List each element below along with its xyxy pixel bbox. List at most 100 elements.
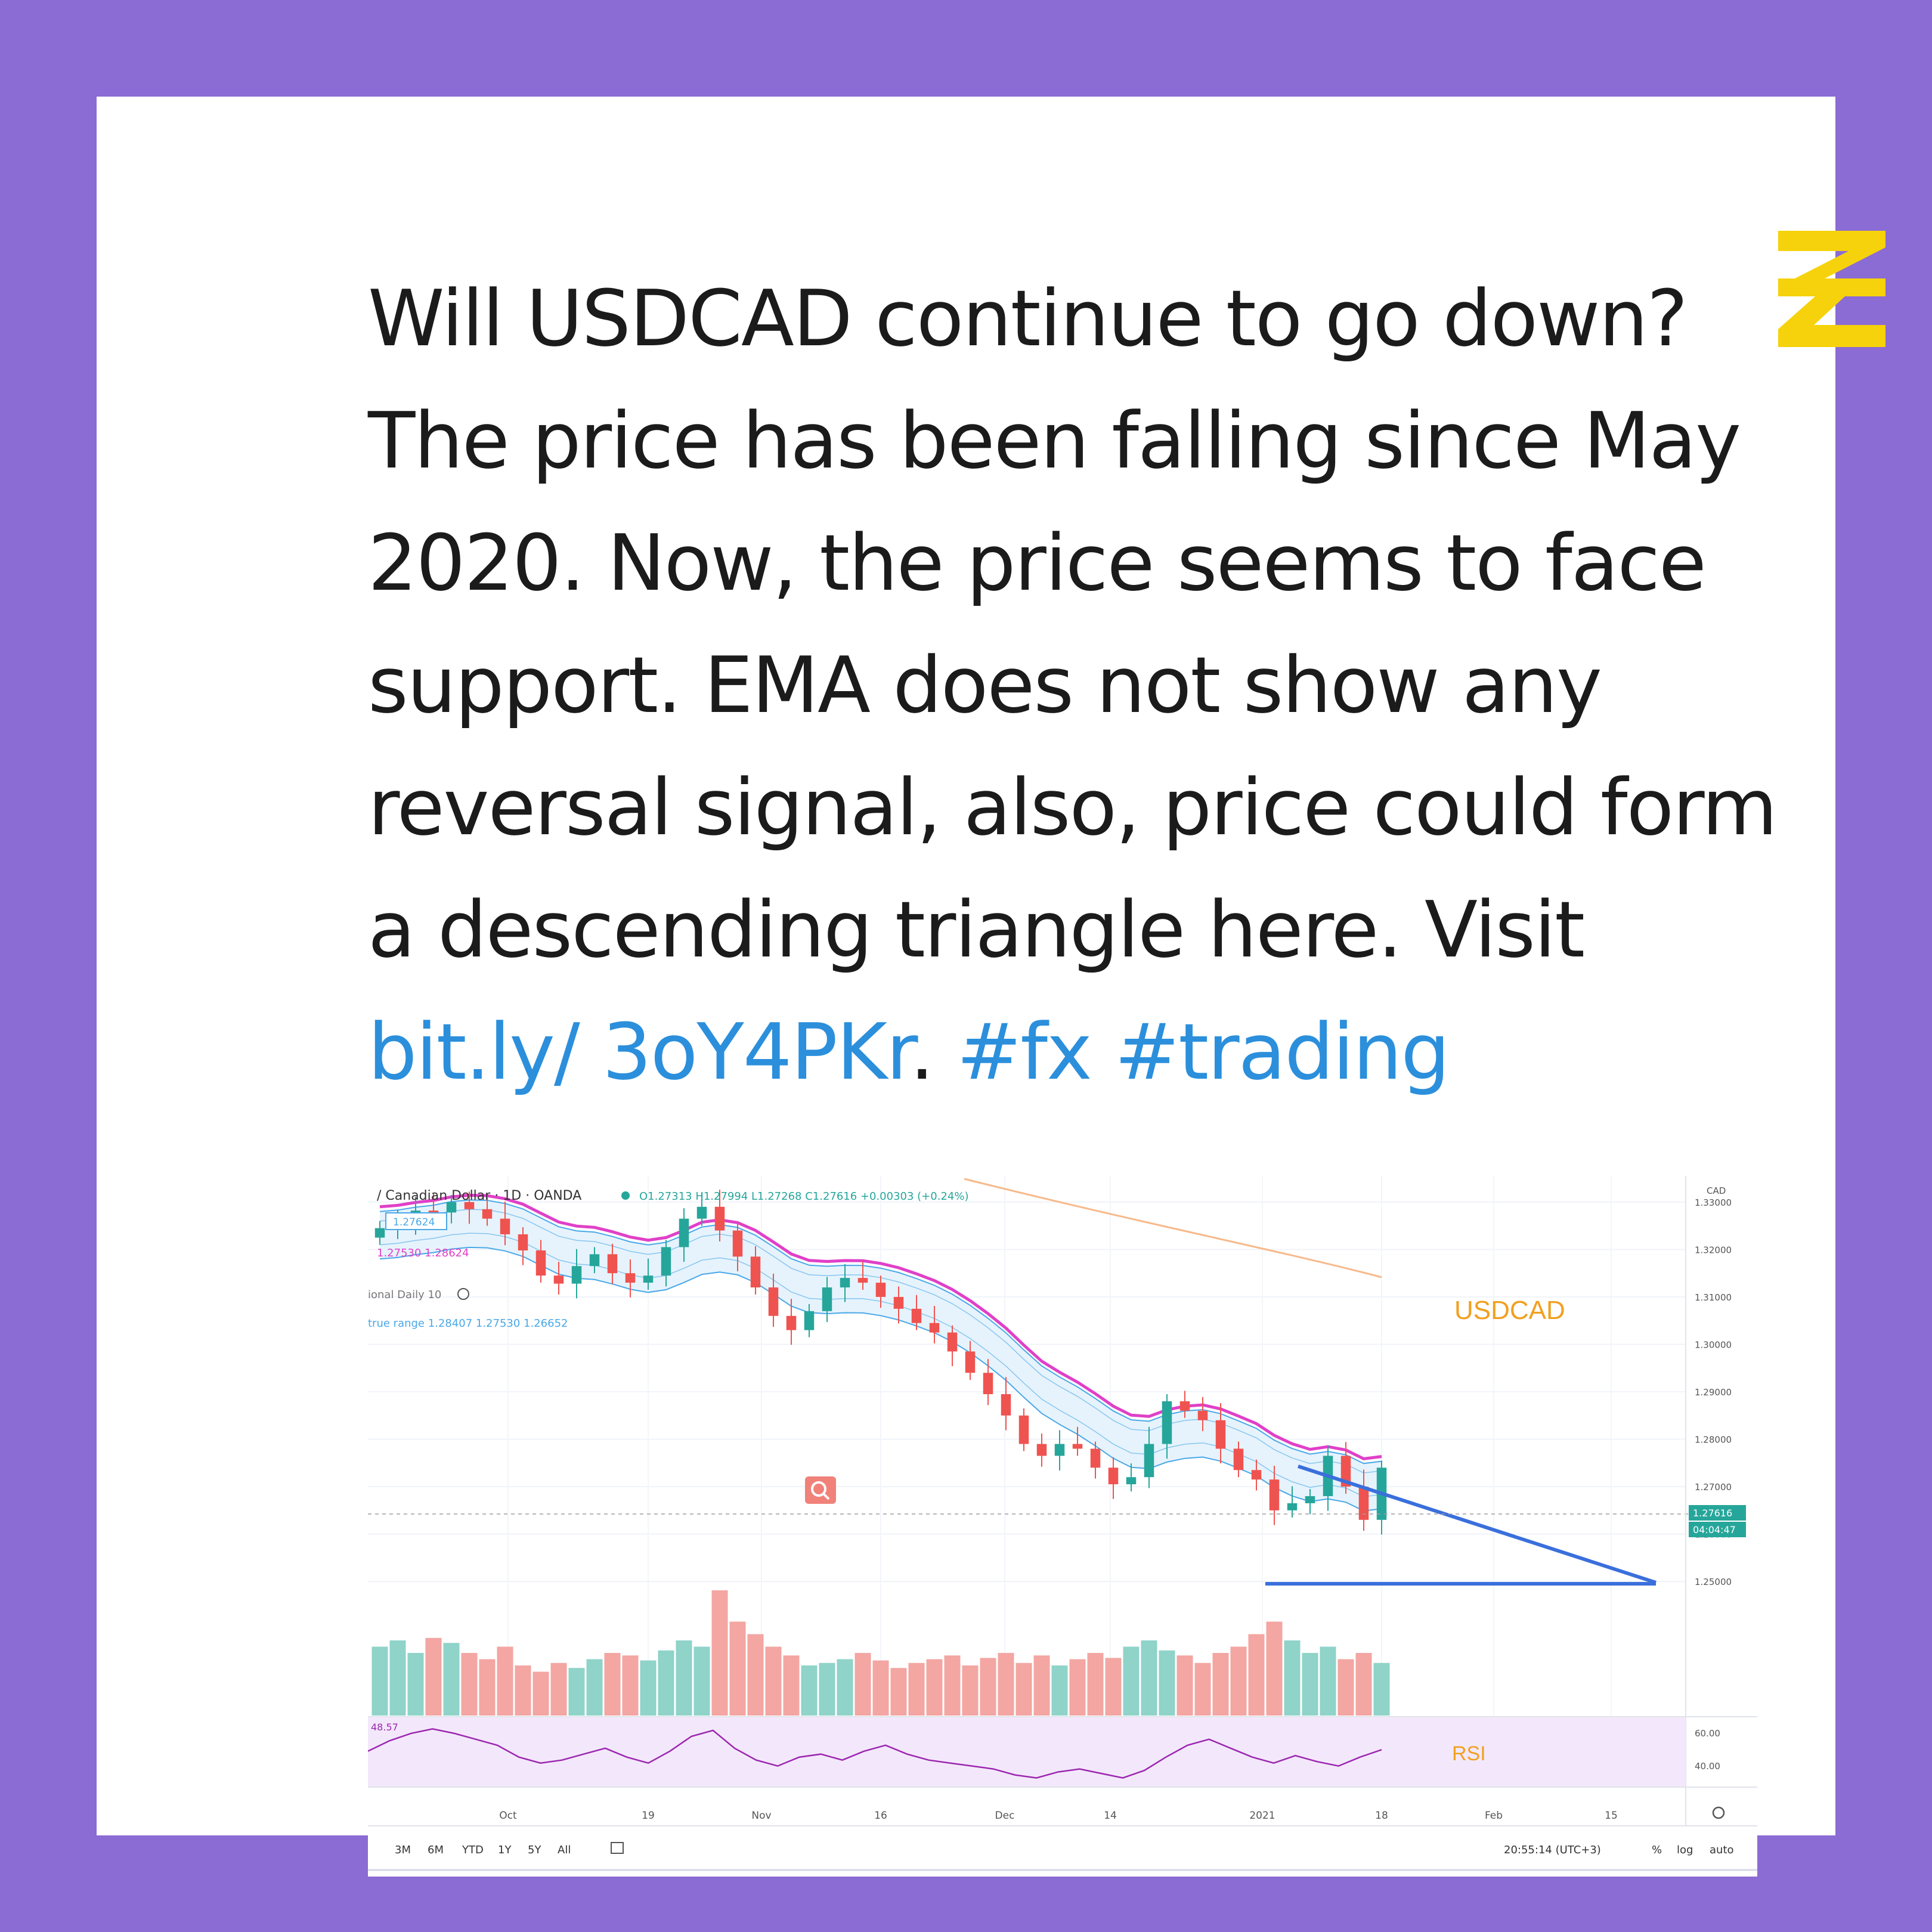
range-button[interactable]: 1Y: [498, 1844, 512, 1856]
candle-body: [1358, 1487, 1369, 1520]
candle-body: [1126, 1477, 1137, 1485]
candle-body: [1072, 1444, 1083, 1449]
candle-body: [1197, 1410, 1208, 1420]
volume-bar: [962, 1665, 979, 1716]
candle-body: [1269, 1479, 1280, 1510]
candle-body: [696, 1206, 707, 1219]
candle-body: [822, 1287, 832, 1311]
candle-body: [1001, 1394, 1011, 1416]
volume-bar: [1266, 1621, 1283, 1716]
range-button[interactable]: YTD: [462, 1844, 484, 1856]
rsi-annotation: RSI: [1452, 1742, 1486, 1765]
volume-bar: [550, 1662, 567, 1716]
volume-bar: [801, 1665, 818, 1716]
atr-values: true range 1.28407 1.27530 1.26652: [368, 1317, 568, 1330]
post-body: Will USDCAD continue to go down? The pri…: [368, 258, 1787, 1113]
volume-bar: [854, 1653, 871, 1716]
ohlc-values: O1.27313 H1.27994 L1.27268 C1.27616 +0.0…: [639, 1190, 968, 1203]
candle-body: [840, 1278, 850, 1288]
volume-bar: [1015, 1662, 1032, 1716]
volume-bar: [497, 1646, 513, 1716]
volume-bar: [1176, 1655, 1193, 1716]
volume-bar: [1230, 1646, 1247, 1716]
volume-bar: [980, 1658, 996, 1716]
scale-auto[interactable]: auto: [1710, 1844, 1734, 1856]
volume-bar: [407, 1653, 424, 1716]
candle-body: [553, 1275, 564, 1284]
volume-bar: [1069, 1659, 1086, 1716]
range-button[interactable]: 3M: [395, 1844, 411, 1856]
candle-body: [571, 1266, 582, 1284]
pair-annotation: USDCAD: [1454, 1296, 1565, 1325]
price-tick-label: 1.29000: [1695, 1387, 1732, 1398]
candle-body: [428, 1210, 439, 1213]
price-tick-label: 1.28000: [1695, 1435, 1732, 1445]
rsi-current: 48.57: [371, 1722, 398, 1733]
range-button[interactable]: All: [558, 1844, 571, 1856]
volume-bar: [1194, 1662, 1211, 1716]
volume-bar: [586, 1659, 603, 1716]
volume-bar: [729, 1621, 746, 1716]
volume-bar: [890, 1668, 907, 1716]
time-tick-label: 18: [1375, 1810, 1388, 1822]
countdown-value: 04:04:47: [1693, 1524, 1736, 1535]
time-tick-label: Dec: [995, 1810, 1015, 1822]
range-button[interactable]: 6M: [428, 1844, 444, 1856]
candle-body: [1215, 1420, 1226, 1449]
volume-bar: [1105, 1658, 1122, 1716]
candle-body: [786, 1315, 797, 1330]
volume-bar: [765, 1646, 782, 1716]
time-tick-label: 16: [874, 1810, 887, 1822]
price-tick-label: 1.32000: [1695, 1244, 1732, 1255]
zigzag-z-icon[interactable]: [1778, 231, 1885, 347]
time-tick-label: Feb: [1485, 1810, 1503, 1822]
candle-body: [929, 1323, 940, 1333]
candle-body: [1179, 1401, 1190, 1411]
volume-bar: [1302, 1653, 1318, 1716]
post-text-space: [1091, 1007, 1114, 1097]
volume-bar: [1087, 1653, 1104, 1716]
bands-values: 1.27530 1.28624: [377, 1247, 469, 1259]
candle-body: [965, 1351, 976, 1373]
volume-bar: [515, 1665, 531, 1716]
candle-body: [983, 1373, 993, 1395]
volume-bar: [1033, 1655, 1050, 1716]
rsi-tick-40: 40.00: [1695, 1761, 1720, 1772]
volume-bar: [425, 1637, 442, 1716]
candle-body: [804, 1311, 815, 1330]
candle-body: [911, 1308, 922, 1323]
volume-bar: [640, 1660, 657, 1716]
price-tick-label: 1.25000: [1695, 1577, 1732, 1587]
price-badge-value: 1.27616: [1693, 1507, 1732, 1519]
volume-bar: [1337, 1659, 1354, 1716]
volume-bar: [998, 1653, 1014, 1716]
volume-bar: [693, 1646, 710, 1716]
usdcad-chart: 1.33000 1.32000 1.31000 1.30000 1.29000 1.280…: [368, 1176, 1757, 1877]
hashtag-trading[interactable]: #trading: [1114, 1007, 1450, 1097]
scale-log[interactable]: log: [1677, 1844, 1693, 1856]
volume-bar: [1355, 1653, 1372, 1716]
zoom-button[interactable]: [805, 1476, 836, 1504]
volume-bar: [1212, 1653, 1229, 1716]
candle-body: [374, 1228, 385, 1238]
indicator-name: ional Daily 10: [368, 1289, 441, 1301]
volume-bar: [658, 1650, 674, 1716]
currency-label: CAD: [1707, 1185, 1726, 1196]
candle-body: [589, 1254, 600, 1267]
candle-body: [750, 1256, 761, 1288]
range-button[interactable]: 5Y: [528, 1844, 541, 1856]
candle-body: [857, 1278, 868, 1283]
volume-bar: [479, 1659, 496, 1716]
volume-bar: [944, 1655, 961, 1716]
candle-body: [661, 1247, 671, 1276]
candle-body: [1287, 1503, 1298, 1510]
candle-body: [643, 1275, 654, 1283]
candle-body: [875, 1283, 886, 1297]
post-link[interactable]: bit.ly/ 3oY4PKr: [368, 1007, 911, 1097]
volume-bar: [676, 1640, 692, 1716]
scale-percent[interactable]: %: [1652, 1844, 1662, 1856]
volume-bar: [604, 1653, 621, 1716]
price-tick-label: 1.31000: [1695, 1292, 1732, 1303]
hashtag-fx[interactable]: #fx: [956, 1007, 1092, 1097]
volume-bar: [443, 1643, 460, 1716]
